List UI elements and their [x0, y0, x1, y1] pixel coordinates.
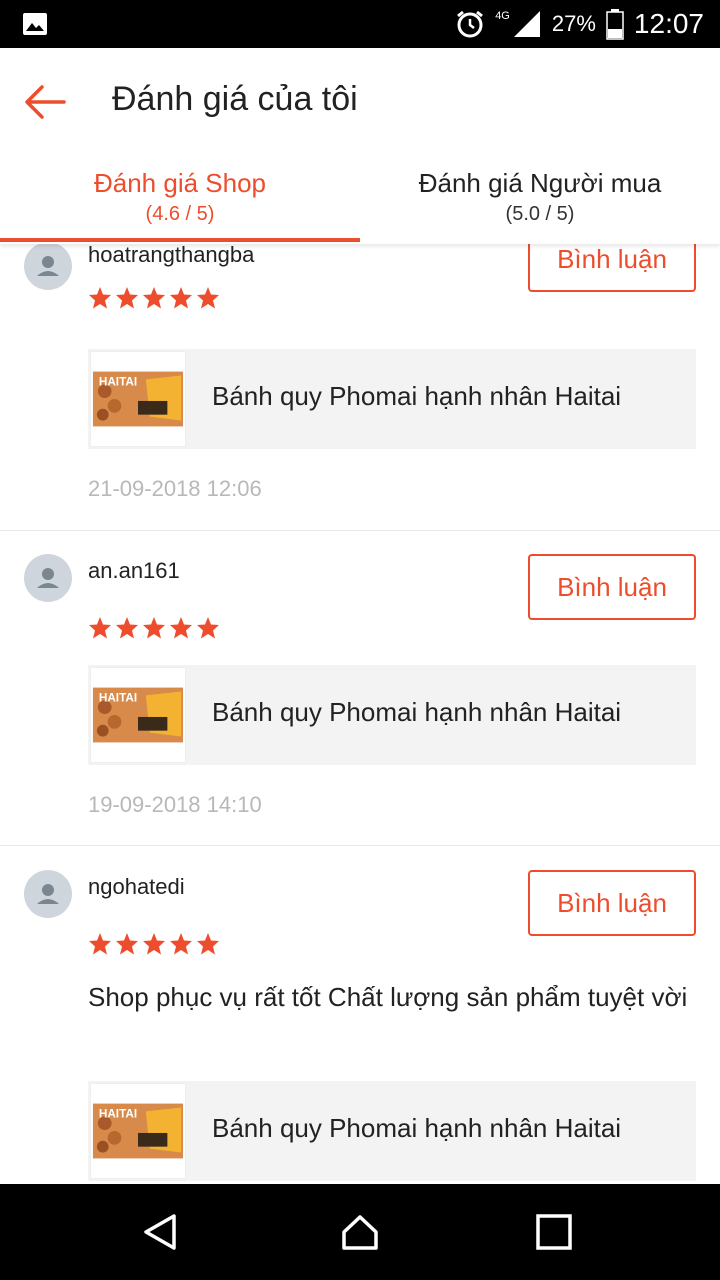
tab-label: Đánh giá Người mua	[418, 168, 662, 198]
star-icon	[116, 933, 138, 955]
star-icon	[143, 287, 165, 309]
network-label: 4G	[495, 10, 510, 22]
tab-bar: Đánh giá Shop (4.6 / 5) Đánh giá Người m…	[0, 160, 720, 244]
home-icon[interactable]	[340, 1212, 380, 1252]
product-thumbnail: HAITAI	[90, 1083, 186, 1179]
star-icon	[143, 617, 165, 639]
star-icon	[197, 933, 219, 955]
product-name: Bánh quy Phomai hạnh nhân Haitai	[212, 1113, 622, 1143]
active-tab-indicator	[0, 238, 360, 242]
star-icon	[170, 933, 192, 955]
battery-icon	[606, 9, 624, 40]
star-icon	[170, 287, 192, 309]
tab-score: (5.0 / 5)	[505, 203, 575, 225]
arrow-left-icon[interactable]	[24, 84, 68, 120]
star-rating	[88, 932, 220, 956]
star-rating	[88, 286, 220, 310]
image-icon	[23, 13, 47, 35]
star-icon	[197, 287, 219, 309]
review-date: 21-09-2018 12:06	[88, 476, 262, 501]
star-icon	[197, 617, 219, 639]
comment-button[interactable]: Bình luận	[528, 554, 696, 620]
page-title: Đánh giá của tôi	[112, 80, 358, 118]
system-nav-bar	[0, 1184, 720, 1280]
star-rating	[88, 616, 220, 640]
tab-buyer-reviews[interactable]: Đánh giá Người mua (5.0 / 5)	[360, 160, 720, 244]
person-icon	[37, 884, 59, 904]
signal-icon	[513, 11, 540, 37]
tab-shop-reviews[interactable]: Đánh giá Shop (4.6 / 5)	[0, 160, 360, 244]
svg-text:HAITAI: HAITAI	[99, 375, 137, 388]
comment-button[interactable]: Bình luận	[528, 242, 696, 292]
svg-text:HAITAI: HAITAI	[99, 1107, 137, 1120]
star-icon	[143, 933, 165, 955]
alarm-icon	[457, 10, 484, 38]
status-bar: 4G 27% 12:07	[0, 0, 720, 48]
tab-score: (4.6 / 5)	[145, 203, 215, 225]
product-thumbnail: HAITAI	[90, 667, 186, 763]
product-name: Bánh quy Phomai hạnh nhân Haitai	[212, 697, 622, 727]
avatar[interactable]	[24, 554, 72, 602]
username: hoatrangthangba	[88, 242, 255, 267]
star-icon	[89, 287, 111, 309]
person-icon	[37, 256, 59, 276]
star-icon	[116, 617, 138, 639]
svg-text:HAITAI: HAITAI	[99, 691, 137, 704]
recents-square-icon[interactable]	[534, 1212, 574, 1252]
person-icon	[37, 568, 59, 588]
username: ngohatedi	[88, 874, 185, 899]
review-item: ngohatedi Bình luận Shop phục vụ rất tốt…	[0, 846, 720, 1184]
product-card[interactable]: HAITAI Bánh quy Phomai hạnh nhân Haitai	[88, 349, 696, 449]
username: an.an161	[88, 558, 180, 583]
review-date: 19-09-2018 14:10	[88, 792, 262, 817]
product-name: Bánh quy Phomai hạnh nhân Haitai	[212, 381, 622, 411]
clock: 12:07	[633, 8, 704, 39]
product-card[interactable]: HAITAI Bánh quy Phomai hạnh nhân Haitai	[88, 1081, 696, 1181]
product-card[interactable]: HAITAI Bánh quy Phomai hạnh nhân Haitai	[88, 665, 696, 765]
battery-percent: 27%	[551, 11, 596, 36]
review-item: hoatrangthangba Bình luận HAITAI Bánh qu…	[0, 242, 720, 531]
avatar[interactable]	[24, 870, 72, 918]
app-bar: Đánh giá của tôi	[0, 48, 720, 160]
back-triangle-icon[interactable]	[140, 1212, 180, 1252]
review-item: an.an161 Bình luận HAITAI Bánh quy Phoma…	[0, 530, 720, 846]
star-icon	[89, 617, 111, 639]
review-comment: Shop phục vụ rất tốt Chất lượng sản phẩm…	[88, 982, 688, 1012]
tab-label: Đánh giá Shop	[93, 168, 267, 198]
avatar[interactable]	[24, 242, 72, 290]
star-icon	[170, 617, 192, 639]
review-list[interactable]: hoatrangthangba Bình luận HAITAI Bánh qu…	[0, 242, 720, 1184]
star-icon	[89, 933, 111, 955]
star-icon	[116, 287, 138, 309]
comment-button[interactable]: Bình luận	[528, 870, 696, 936]
product-thumbnail: HAITAI	[90, 351, 186, 447]
